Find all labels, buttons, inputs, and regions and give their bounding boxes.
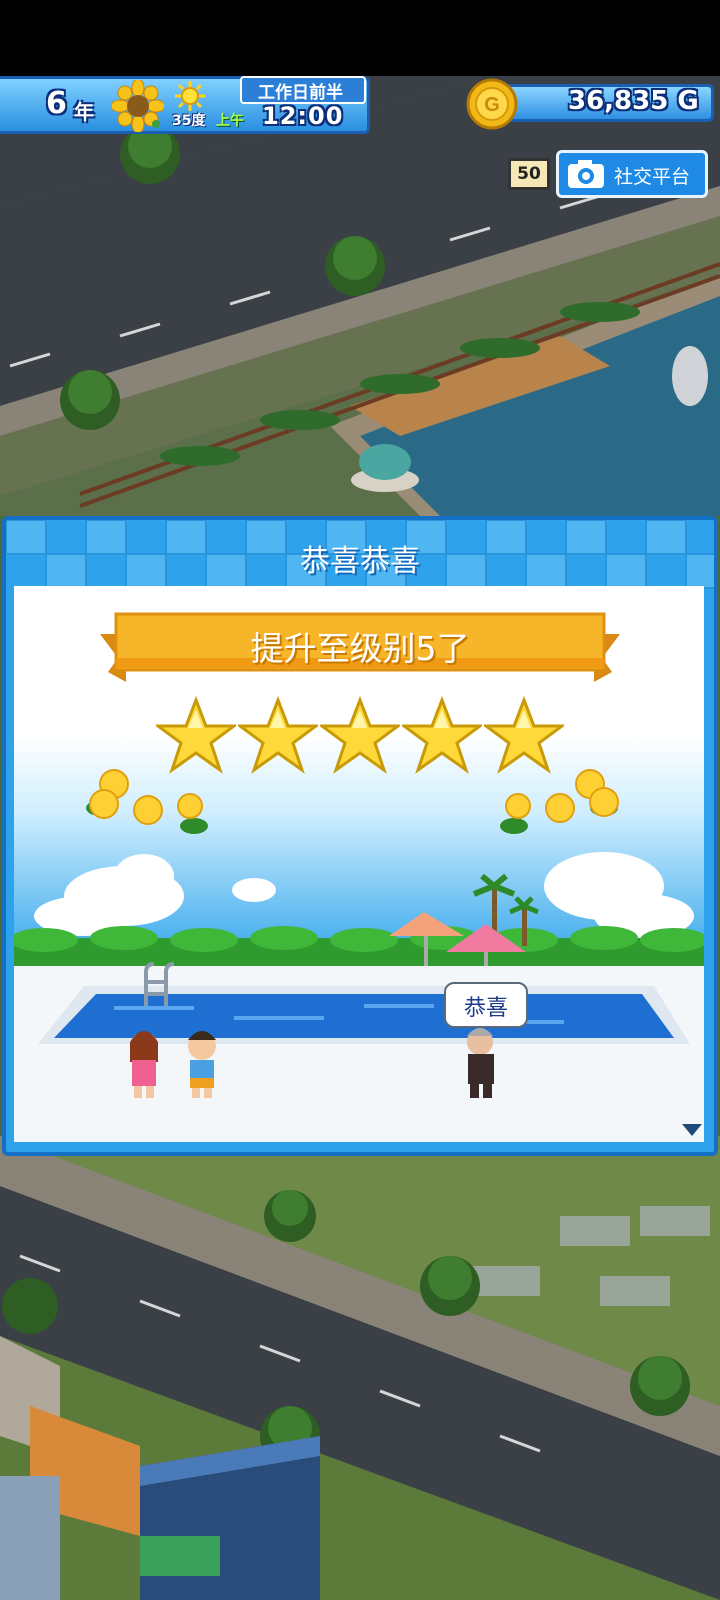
sun-icon xyxy=(175,81,205,111)
status-bar xyxy=(0,0,720,76)
star-4-icon xyxy=(402,696,482,774)
sunflower-icon xyxy=(112,80,164,132)
temperature: 35度 xyxy=(172,113,206,129)
money-amount: 36,835 G xyxy=(568,86,699,116)
year-unit: 年 xyxy=(74,100,94,124)
gold-coin-icon: G xyxy=(466,78,518,130)
period-label: 工作日前半 xyxy=(258,83,343,103)
level-up-message: 提升至级别5了 xyxy=(250,629,470,668)
triangle-down-icon[interactable] xyxy=(680,1122,704,1138)
svg-text:G: G xyxy=(484,94,500,116)
dialog-title: 恭喜恭喜 xyxy=(300,544,420,579)
star-1-icon xyxy=(156,696,236,774)
camera-icon[interactable] xyxy=(566,158,606,190)
year-number: 6 xyxy=(46,86,67,121)
star-2-icon xyxy=(238,696,318,774)
social-platform-label[interactable]: 社交平台 xyxy=(614,162,690,189)
clock-time: 12:00 xyxy=(262,102,344,130)
star-5-icon xyxy=(484,696,564,774)
rank-badge[interactable]: 50 xyxy=(508,158,550,190)
speech-text: 恭喜 xyxy=(463,996,508,1021)
ampm-label: 上午 xyxy=(216,113,244,129)
star-3-icon xyxy=(320,696,400,774)
